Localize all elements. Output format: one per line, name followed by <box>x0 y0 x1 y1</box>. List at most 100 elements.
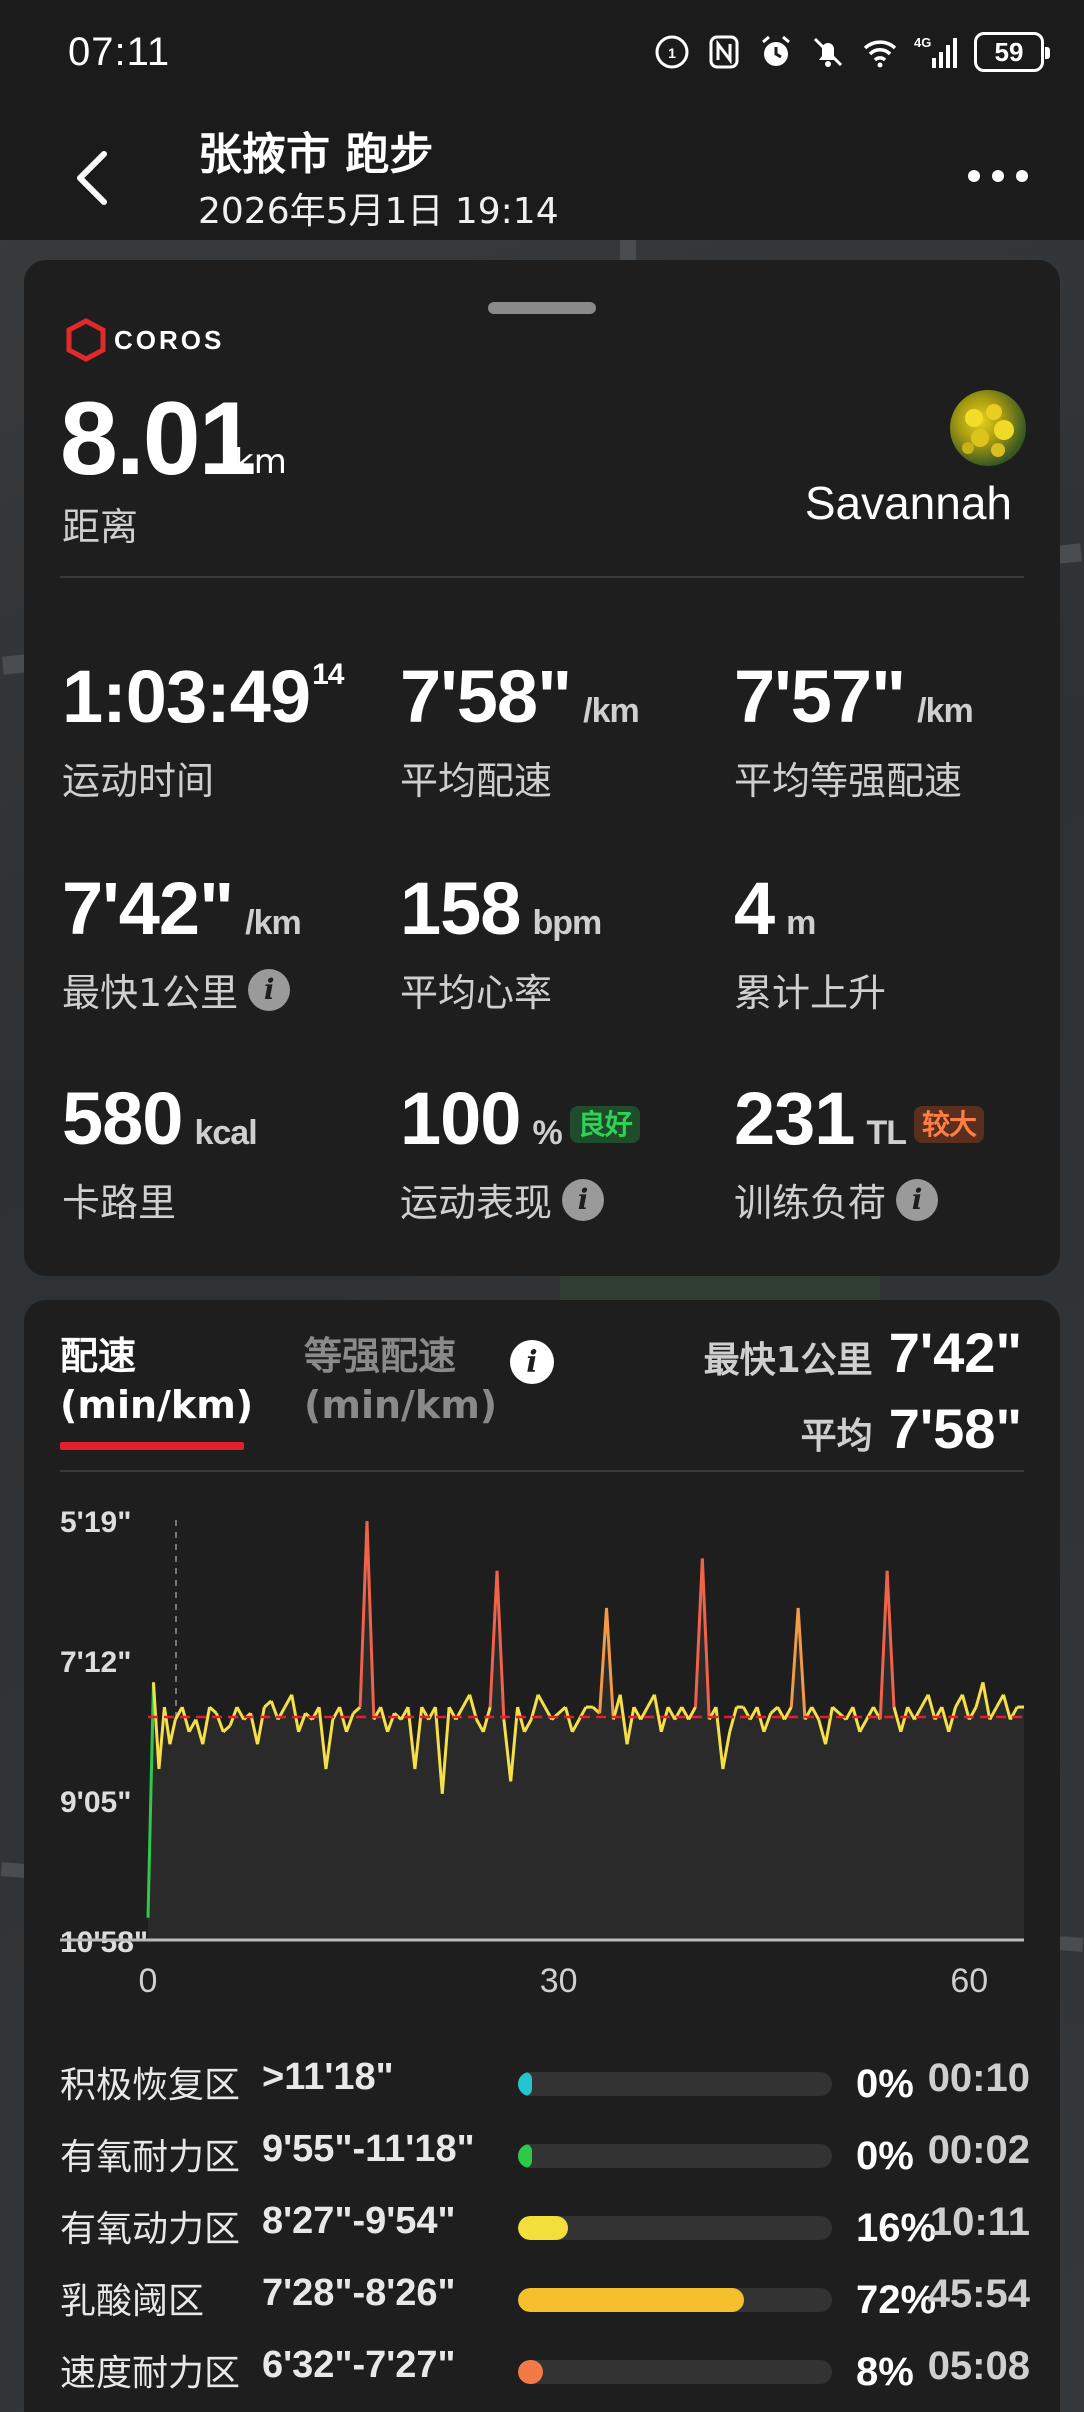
metric-label: 运动表现 <box>400 1181 553 1225</box>
metric-label: 运动时间 <box>62 759 215 803</box>
info-icon[interactable]: i <box>510 1340 554 1384</box>
info-icon[interactable]: i <box>896 1178 939 1221</box>
metric-value: 4 <box>734 867 775 950</box>
metric-avg-pace: 7'58"/km 平均配速 <box>400 660 640 805</box>
y-tick-label: 10'58" <box>60 1926 148 1959</box>
coros-logo: COROS <box>66 318 224 362</box>
metric-elevation-gain: 4m 累计上升 <box>734 872 886 1017</box>
zone-name: 有氧耐力区 <box>60 2137 241 2178</box>
zone-name: 积极恢复区 <box>60 2065 241 2106</box>
metric-calories: 580 kcal 卡路里 <box>62 1082 258 1227</box>
fastest-km-summary: 最快1公里 7'42" <box>704 1320 1022 1385</box>
battery-level: 59 <box>994 36 1024 67</box>
status-icons: 1 4G 59 <box>654 30 1050 74</box>
zone-percent: 8% <box>856 2350 914 2394</box>
signal-4g-icon: 4G <box>914 35 957 68</box>
drag-handle[interactable] <box>488 302 596 314</box>
distance-label: 距离 <box>62 505 139 549</box>
avg-pace-value: 7'58" <box>888 1397 1022 1460</box>
metric-unit: kcal <box>194 1114 257 1152</box>
metric-label: 训练负荷 <box>734 1181 887 1225</box>
alarm-icon <box>762 35 790 66</box>
activity-summary-card: COROS 8.01 km 距离 Savannah 1:03:4914 运动时间… <box>24 260 1060 1276</box>
info-icon[interactable]: i <box>562 1178 605 1221</box>
zone-bar-track <box>518 2216 832 2240</box>
metric-label: 累计上升 <box>734 971 887 1015</box>
y-tick-label: 9'05" <box>60 1786 131 1819</box>
activity-datetime: 2026年5月1日 19:14 <box>198 191 559 232</box>
more-options-icon[interactable] <box>968 170 1028 182</box>
zone-time: 00:02 <box>927 2128 1030 2172</box>
metric-label: 卡路里 <box>62 1181 177 1225</box>
zone-row: 速度耐力区 6'32"-7'27" 8% 05:08 <box>60 2344 1030 2394</box>
metric-unit: % <box>532 1114 562 1152</box>
metric-training-load: 231 TL 较大 训练负荷 i <box>734 1082 985 1227</box>
coros-logo-icon <box>66 318 106 362</box>
tab-grade-adjusted-pace[interactable]: 等强配速 (min/km) <box>304 1332 497 1431</box>
metric-unit: /km <box>245 904 302 942</box>
zone-name: 速度耐力区 <box>60 2353 241 2394</box>
info-icon[interactable]: i <box>248 968 291 1011</box>
mute-icon <box>813 37 843 67</box>
zone-row: 积极恢复区 >11'18" 0% 00:10 <box>60 2056 1030 2106</box>
metric-label: 平均等强配速 <box>734 759 963 803</box>
zone-row: 有氧耐力区 9'55"-11'18" 0% 00:02 <box>60 2128 1030 2178</box>
pace-chart[interactable]: 5'19" 7'12" 9'05" 10'58" 0 30 60 <box>24 1500 1060 2040</box>
page-title: 张掖市 跑步 <box>198 129 434 180</box>
zone-time: 05:08 <box>927 2344 1030 2388</box>
pace-card: 配速 (min/km) 等强配速 (min/km) i 最快1公里 7'42" … <box>24 1300 1060 2412</box>
metric-sup: 14 <box>312 658 344 691</box>
zone-range: 8'27"-9'54" <box>262 2200 456 2242</box>
hd-icon: 1 <box>655 35 689 69</box>
zone-bar-track <box>518 2144 832 2168</box>
zone-time: 10:11 <box>929 2200 1030 2244</box>
fastest-km-label: 最快1公里 <box>703 1340 873 1381</box>
metric-value: 1:03:49 <box>62 655 311 738</box>
metric-value: 231 <box>734 1077 855 1160</box>
zone-range: 7'28"-8'26" <box>262 2272 456 2314</box>
pace-chart-svg: 5'19" 7'12" 9'05" 10'58"0 30 60 <box>60 1506 1024 2000</box>
zone-time: 00:10 <box>927 2056 1030 2100</box>
zone-percent: 0% <box>856 2062 914 2106</box>
metric-value: 100 <box>400 1077 521 1160</box>
username: Savannah <box>804 477 1012 529</box>
tab-unit: (min/km) <box>60 1383 254 1428</box>
zone-percent: 0% <box>856 2134 914 2178</box>
zone-bar-fill <box>518 2216 569 2240</box>
metric-fastest-km: 7'42"/km 最快1公里 i <box>62 872 302 1017</box>
avatar[interactable] <box>950 390 1026 466</box>
summary-divider <box>60 576 1024 578</box>
x-tick-label: 0 <box>139 1962 158 2000</box>
y-tick-label: 7'12" <box>60 1646 131 1679</box>
x-tick-label: 30 <box>540 1962 578 2000</box>
svg-text:1: 1 <box>668 45 676 61</box>
zone-bar-track <box>518 2360 832 2384</box>
metric-unit: bpm <box>532 904 602 942</box>
tab-pace[interactable]: 配速 (min/km) <box>60 1332 253 1431</box>
tab-indicator <box>60 1442 244 1450</box>
zone-name: 有氧动力区 <box>60 2209 241 2250</box>
zone-bar-fill <box>518 2144 533 2168</box>
fastest-km-value: 7'42" <box>888 1321 1022 1384</box>
status-bar: 07:11 1 4G 59 <box>0 0 1084 100</box>
zone-bar-fill <box>518 2072 533 2096</box>
wifi-icon <box>863 40 897 68</box>
status-badge: 较大 <box>914 1105 985 1144</box>
zone-bar-track <box>518 2288 832 2312</box>
metric-value: 7'57" <box>734 655 906 738</box>
coros-brand: COROS <box>114 324 225 355</box>
zone-percent: 16% <box>856 2206 937 2250</box>
metric-value: 158 <box>400 867 521 950</box>
metric-avg-hr: 158 bpm 平均心率 <box>400 872 602 1017</box>
metric-value: 7'58" <box>400 655 572 738</box>
pace-divider <box>60 1470 1024 1472</box>
app-header: 张掖市 跑步 2026年5月1日 19:14 <box>0 100 1084 240</box>
metric-duration: 1:03:4914 运动时间 <box>62 658 344 805</box>
battery-icon: 59 <box>974 32 1050 72</box>
status-time: 07:11 <box>68 30 171 74</box>
nfc-icon <box>709 35 739 69</box>
zone-bar-fill <box>518 2288 745 2312</box>
back-arrow-icon[interactable] <box>68 148 118 208</box>
metric-label: 最快1公里 <box>62 971 239 1015</box>
metric-performance: 100% 良好 运动表现 i <box>400 1082 640 1227</box>
